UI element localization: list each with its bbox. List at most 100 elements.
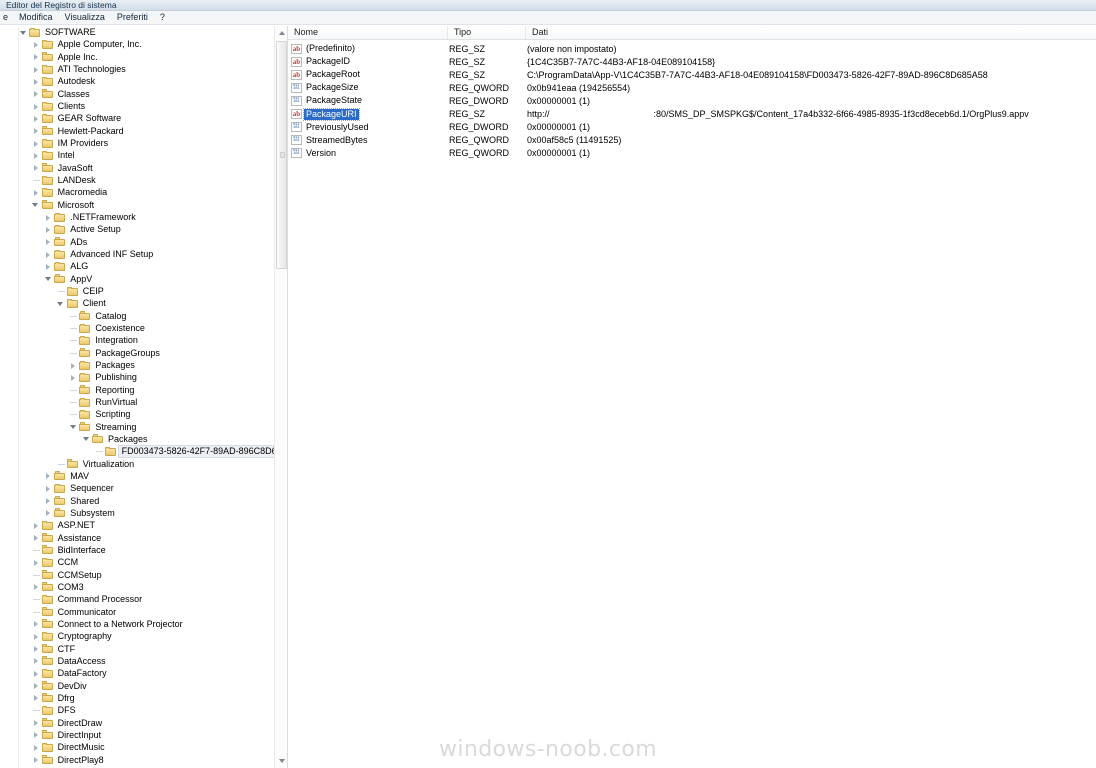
expand-triangle-icon[interactable]	[31, 100, 42, 112]
tree-node-ceip[interactable]: CEIP	[0, 285, 287, 297]
tree-node-directmusic[interactable]: DirectMusic	[0, 741, 287, 753]
collapse-triangle-icon[interactable]	[56, 297, 67, 309]
tree-node-landesk[interactable]: LANDesk	[0, 174, 287, 186]
tree-node-assistance[interactable]: Assistance	[0, 531, 287, 544]
expand-triangle-icon[interactable]	[43, 248, 54, 260]
tree-node-intel[interactable]: Intel	[0, 149, 287, 161]
tree-node-client[interactable]: Client	[0, 297, 287, 309]
tree-node-communicator[interactable]: Communicator	[0, 605, 287, 617]
tree-node-directplay8[interactable]: DirectPlay8	[0, 753, 287, 765]
expand-triangle-icon[interactable]	[68, 359, 79, 371]
collapse-triangle-icon[interactable]	[31, 199, 42, 211]
expand-triangle-icon[interactable]	[43, 495, 54, 507]
tree-node-microsoft[interactable]: Microsoft	[0, 199, 287, 211]
menu-item-help[interactable]: ?	[154, 11, 171, 24]
tree-node-ati-technologies[interactable]: ATI Technologies	[0, 63, 287, 75]
scroll-up-arrow-icon[interactable]	[275, 26, 287, 39]
tree-node-virtualization[interactable]: Virtualization	[0, 457, 287, 469]
tree-node-clients[interactable]: Clients	[0, 100, 287, 112]
value-row-packageid[interactable]: ab PackageID REG_SZ {1C4C35B7-7A7C-44B3-AF1…	[288, 55, 1096, 68]
tree-node-dfs[interactable]: DFS	[0, 704, 287, 716]
tree-node-software[interactable]: SOFTWARE	[0, 26, 287, 38]
expand-triangle-icon[interactable]	[31, 149, 42, 161]
expand-triangle-icon[interactable]	[31, 729, 42, 741]
menu-item-modifica[interactable]: Modifica	[13, 11, 59, 24]
tree-node-apple-inc[interactable]: Apple Inc.	[0, 51, 287, 63]
tree-node-im-providers[interactable]: IM Providers	[0, 137, 287, 149]
tree-node-netframework[interactable]: .NETFramework	[0, 211, 287, 223]
tree-node-macromedia[interactable]: Macromedia	[0, 186, 287, 198]
collapse-triangle-icon[interactable]	[18, 26, 29, 38]
tree-node-ctf[interactable]: CTF	[0, 642, 287, 655]
value-row-predefinito[interactable]: ab (Predefinito) REG_SZ (valore non imposta…	[288, 42, 1096, 55]
tree-node-directinput[interactable]: DirectInput	[0, 729, 287, 741]
tree-node-classes[interactable]: Classes	[0, 88, 287, 100]
tree-node-datafactory[interactable]: DataFactory	[0, 667, 287, 679]
value-row-version[interactable]: 011 101 Version REG_QWORD 0x00000001 (1)	[288, 147, 1096, 160]
expand-triangle-icon[interactable]	[43, 223, 54, 235]
tree-node-fd003473-5826-42f7-89ad-896c8d685a58[interactable]: FD003473-5826-42F7-89AD-896C8D685A58	[0, 444, 287, 458]
expand-triangle-icon[interactable]	[43, 260, 54, 272]
expand-triangle-icon[interactable]	[31, 655, 42, 667]
value-row-previouslyused[interactable]: 011 101 PreviouslyUsed REG_DWORD 0x00000001…	[288, 121, 1096, 134]
expand-triangle-icon[interactable]	[31, 51, 42, 63]
expand-triangle-icon[interactable]	[31, 519, 42, 531]
expand-triangle-icon[interactable]	[31, 692, 42, 704]
tree-node-ccmsetup[interactable]: CCMSetup	[0, 568, 287, 580]
tree-node-cryptography[interactable]: Cryptography	[0, 630, 287, 642]
expand-triangle-icon[interactable]	[31, 88, 42, 100]
expand-triangle-icon[interactable]	[31, 643, 42, 655]
menu-item-preferiti[interactable]: Preferiti	[111, 11, 154, 24]
tree-node-advanced-inf-setup[interactable]: Advanced INF Setup	[0, 248, 287, 260]
expand-triangle-icon[interactable]	[31, 186, 42, 198]
tree-node-gear-software[interactable]: GEAR Software	[0, 112, 287, 124]
collapse-triangle-icon[interactable]	[68, 421, 79, 433]
tree-node-directdraw[interactable]: DirectDraw	[0, 716, 287, 729]
expand-triangle-icon[interactable]	[31, 717, 42, 729]
tree-node-dataaccess[interactable]: DataAccess	[0, 655, 287, 667]
tree-node-hewlett-packard[interactable]: Hewlett-Packard	[0, 125, 287, 137]
column-header-type[interactable]: Tipo	[448, 26, 526, 39]
collapse-triangle-icon[interactable]	[81, 433, 92, 445]
tree-node-scripting[interactable]: Scripting	[0, 408, 287, 420]
expand-triangle-icon[interactable]	[31, 63, 42, 75]
tree-node-packages[interactable]: Packages	[0, 433, 287, 445]
tree-node-alg[interactable]: ALG	[0, 260, 287, 272]
expand-triangle-icon[interactable]	[31, 581, 42, 593]
expand-triangle-icon[interactable]	[31, 667, 42, 679]
expand-triangle-icon[interactable]	[31, 75, 42, 87]
expand-triangle-icon[interactable]	[31, 741, 42, 753]
tree-node-mav[interactable]: MAV	[0, 470, 287, 482]
expand-triangle-icon[interactable]	[31, 162, 42, 174]
tree-node-connect-to-a-network-projector[interactable]: Connect to a Network Projector	[0, 618, 287, 630]
expand-triangle-icon[interactable]	[68, 371, 79, 383]
tree-node-shared[interactable]: Shared	[0, 494, 287, 507]
collapse-triangle-icon[interactable]	[43, 273, 54, 285]
tree-node-appv[interactable]: AppV	[0, 273, 287, 285]
expand-triangle-icon[interactable]	[31, 556, 42, 568]
tree-scroll-area[interactable]: SOFTWARE Apple Computer, Inc. Apple Inc. AT…	[0, 26, 287, 768]
tree-scrollbar-thumb[interactable]	[276, 41, 287, 269]
column-header-data[interactable]: Dati	[526, 26, 1096, 39]
value-row-packageuri[interactable]: ab PackageURI REG_SZ http://:80/SMS_DP_SMSP…	[288, 107, 1096, 121]
menu-item-e[interactable]: e	[2, 11, 13, 24]
scroll-down-arrow-icon[interactable]	[275, 755, 287, 768]
value-row-packagestate[interactable]: 011 101 PackageState REG_DWORD 0x00000001 (…	[288, 94, 1096, 107]
expand-triangle-icon[interactable]	[43, 507, 54, 519]
tree-node-runvirtual[interactable]: RunVirtual	[0, 396, 287, 408]
tree-node-packages[interactable]: Packages	[0, 359, 287, 371]
expand-triangle-icon[interactable]	[43, 470, 54, 482]
expand-triangle-icon[interactable]	[31, 532, 42, 544]
expand-triangle-icon[interactable]	[31, 38, 42, 50]
tree-node-streaming[interactable]: Streaming	[0, 421, 287, 433]
tree-node-sequencer[interactable]: Sequencer	[0, 482, 287, 494]
tree-node-reporting[interactable]: Reporting	[0, 384, 287, 396]
expand-triangle-icon[interactable]	[31, 680, 42, 692]
tree-node-autodesk[interactable]: Autodesk	[0, 75, 287, 87]
expand-triangle-icon[interactable]	[31, 112, 42, 124]
expand-triangle-icon[interactable]	[31, 137, 42, 149]
column-header-name[interactable]: Nome	[288, 26, 448, 39]
expand-triangle-icon[interactable]	[43, 482, 54, 494]
expand-triangle-icon[interactable]	[31, 125, 42, 137]
expand-triangle-icon[interactable]	[43, 211, 54, 223]
